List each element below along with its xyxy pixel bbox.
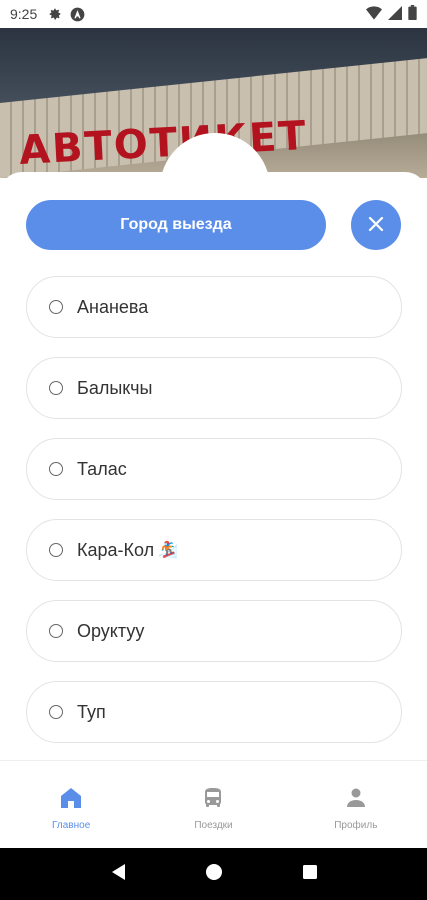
city-option[interactable]: Ананева xyxy=(26,276,402,338)
recents-icon[interactable] xyxy=(302,864,318,885)
radio-button[interactable] xyxy=(49,381,63,395)
city-label: Кара-Кол xyxy=(77,539,155,560)
battery-icon xyxy=(408,5,417,23)
filter-row: Город выезда xyxy=(26,200,401,252)
gear-icon xyxy=(47,6,63,22)
signal-icon xyxy=(388,5,402,23)
city-label: Оруктуу xyxy=(77,620,145,641)
city-selection-sheet: Город выезда Ананева Балыкчы Талас Кара-… xyxy=(0,172,427,760)
person-icon xyxy=(343,785,369,811)
departure-city-button[interactable]: Город выезда xyxy=(26,200,326,250)
status-right-icons xyxy=(366,5,417,23)
city-option[interactable]: Талас xyxy=(26,438,402,500)
nav-label-profile: Профиль xyxy=(334,820,378,831)
wifi-icon xyxy=(366,5,382,23)
city-list: Ананева Балыкчы Талас Кара-Кол 🏂 Оруктуу… xyxy=(26,276,402,760)
status-time: 9:25 xyxy=(10,6,38,22)
close-icon xyxy=(368,216,384,235)
nav-item-trips[interactable]: Поездки xyxy=(142,761,284,848)
radio-button[interactable] xyxy=(49,543,63,557)
home-icon xyxy=(58,785,84,811)
home-button-icon[interactable] xyxy=(205,863,223,886)
city-option[interactable]: Туп xyxy=(26,681,402,743)
city-label: Талас xyxy=(77,458,127,479)
city-label: Балыкчы xyxy=(77,377,153,398)
nav-label-trips: Поездки xyxy=(194,820,233,831)
bottom-navigation: Главное Поездки Профиль xyxy=(0,760,427,848)
city-label: Туп xyxy=(77,701,106,722)
header-banner-image: АВТОТИКЕТ xyxy=(0,28,427,178)
nav-item-profile[interactable]: Профиль xyxy=(285,761,427,848)
back-icon[interactable] xyxy=(110,863,126,886)
city-option[interactable]: Кара-Кол 🏂 xyxy=(26,519,402,581)
nav-item-home[interactable]: Главное xyxy=(0,761,142,848)
radio-button[interactable] xyxy=(49,462,63,476)
radio-button[interactable] xyxy=(49,300,63,314)
city-option[interactable]: Оруктуу xyxy=(26,600,402,662)
snowboard-emoji: 🏂 xyxy=(158,542,179,559)
bus-icon xyxy=(200,785,226,811)
a-circle-icon xyxy=(69,6,85,22)
radio-button[interactable] xyxy=(49,705,63,719)
city-label: Ананева xyxy=(77,296,149,317)
city-option[interactable]: Балыкчы xyxy=(26,357,402,419)
radio-button[interactable] xyxy=(49,624,63,638)
system-navigation-bar xyxy=(0,848,427,900)
close-button[interactable] xyxy=(351,200,401,250)
status-bar: 9:25 xyxy=(0,0,427,28)
nav-label-home: Главное xyxy=(52,820,91,831)
